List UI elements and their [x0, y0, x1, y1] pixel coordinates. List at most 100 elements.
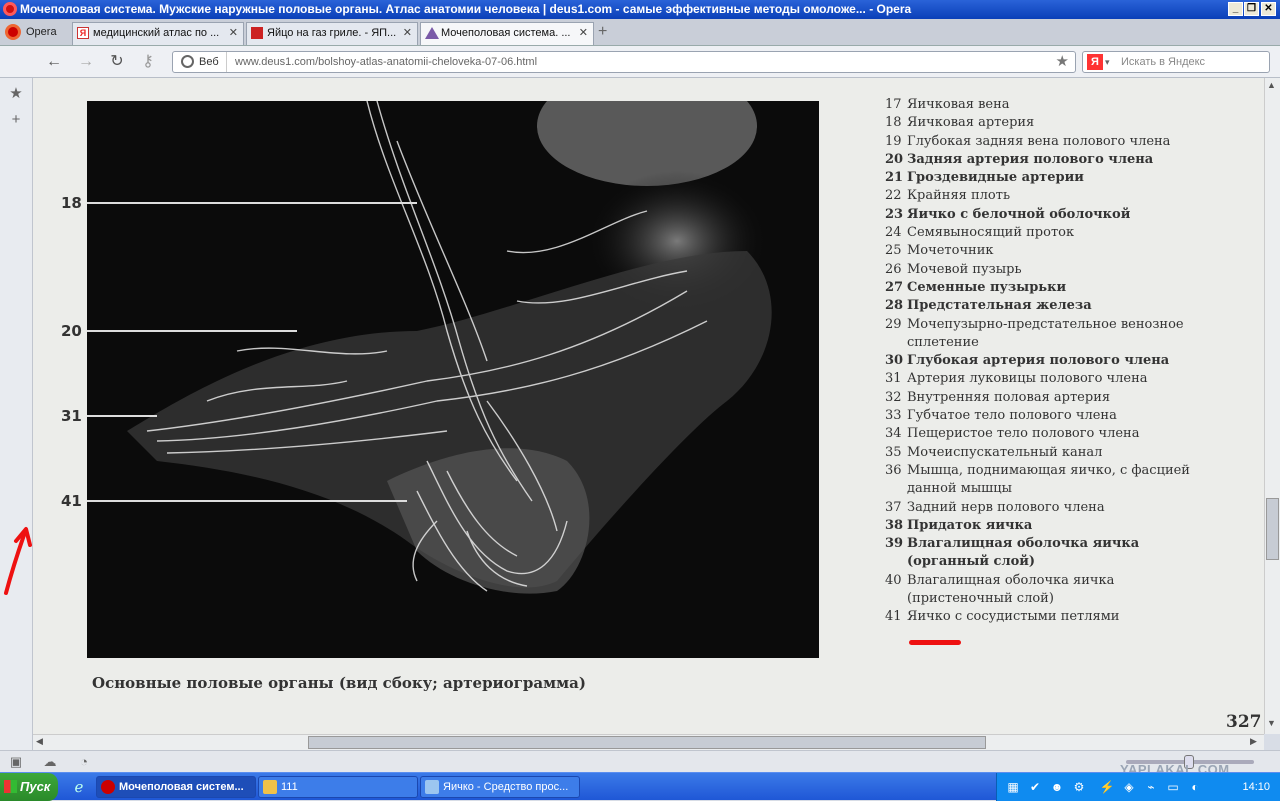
legend-item: 32 Внутренняя половая артерия	[885, 389, 1245, 407]
reload-icon[interactable]: ↻	[107, 52, 127, 72]
legend-number: 22	[885, 188, 902, 204]
legend-number: 30	[885, 353, 904, 369]
panel-toggle-icon[interactable]: ▣	[8, 754, 24, 770]
legend-text: Предстательная железа	[907, 298, 1092, 314]
legend-number: 19	[885, 133, 902, 149]
legend-item: 24 Семявыносящий проток	[885, 224, 1245, 242]
figure-label-20: 20	[61, 322, 82, 340]
web-badge[interactable]: Веб	[173, 52, 227, 72]
close-tab-icon[interactable]: ✕	[579, 23, 588, 44]
globe-icon	[181, 55, 194, 68]
taskbar-opera-button[interactable]: Мочеполовая систем...	[96, 776, 256, 798]
figure-caption: Основные половые органы (вид сбоку; арте…	[92, 674, 586, 692]
legend-number: 36	[885, 462, 902, 478]
messenger-icon[interactable]: ☻	[1049, 779, 1065, 795]
new-tab-icon[interactable]: +	[598, 22, 612, 42]
vertical-scrollbar[interactable]: ▲ ▼	[1264, 78, 1280, 734]
yaplakal-icon	[251, 27, 263, 39]
deus-icon	[425, 27, 439, 39]
tab-yaplakal[interactable]: Яйцо на газ гриле. - ЯП... ✕	[246, 22, 418, 45]
close-tab-icon[interactable]: ✕	[229, 23, 238, 44]
taskbar: Пуск ℯ Мочеполовая систем... 111 Яичко -…	[0, 772, 1280, 801]
search-input[interactable]: Я ▾ Искать в Яндекс	[1082, 51, 1270, 73]
taskbar-button-label: Мочеполовая систем...	[119, 781, 244, 793]
opera-menu-label: Opera	[26, 26, 57, 38]
legend-number: 28	[885, 298, 904, 314]
legend-number: 27	[885, 279, 904, 295]
network-icon[interactable]: ▦	[1005, 779, 1021, 795]
figure-label-31: 31	[61, 407, 82, 425]
taskbar-button-label: Яичко - Средство прос...	[443, 781, 569, 793]
legend-text: Артерия луковицы полового члена	[907, 371, 1148, 387]
key-icon[interactable]: ⚷	[138, 52, 158, 72]
start-button[interactable]: Пуск	[0, 773, 58, 801]
leader-line-18	[87, 202, 417, 204]
chevron-down-icon[interactable]: ▾	[1105, 52, 1110, 72]
taskbar-viewer-button[interactable]: Яичко - Средство прос...	[420, 776, 580, 798]
legend-text-continuation: данной мышцы	[907, 481, 1012, 497]
legend-number: 35	[885, 444, 902, 460]
legend-number: 20	[885, 151, 904, 167]
shield-icon[interactable]: ◈	[1121, 779, 1137, 795]
tab-label: медицинский атлас по ...	[93, 27, 220, 39]
page-number: 327	[1226, 712, 1262, 732]
add-panel-icon[interactable]: +	[8, 112, 24, 128]
legend-text: Задняя артерия полового члена	[907, 151, 1154, 167]
legend-text: Яичковая артерия	[907, 115, 1035, 131]
scroll-left-icon[interactable]: ◀	[36, 736, 43, 747]
scroll-right-icon[interactable]: ▶	[1250, 736, 1257, 747]
legend-text: Влагалищная оболочка яичка	[907, 536, 1140, 552]
legend-number: 41	[885, 609, 902, 625]
unite-cloud-icon[interactable]: ☁	[42, 754, 58, 770]
legend-item: 34 Пещеристое тело полового члена	[885, 425, 1245, 443]
close-tab-icon[interactable]: ✕	[403, 23, 412, 44]
antivirus-icon[interactable]: ✔	[1027, 779, 1043, 795]
horizontal-scrollbar[interactable]: ◀ ▶	[33, 734, 1264, 750]
address-bar[interactable]: Веб www.deus1.com/bolshoy-atlas-anatomii…	[172, 51, 1076, 73]
speed-dial-icon[interactable]: ◔	[76, 754, 92, 770]
url-text[interactable]: www.deus1.com/bolshoy-atlas-anatomii-che…	[235, 52, 537, 72]
bookmark-star-icon[interactable]: ★	[1056, 52, 1069, 72]
close-button[interactable]: ✕	[1261, 2, 1276, 16]
display-icon[interactable]: ▭	[1165, 779, 1181, 795]
legend-text-continuation: сплетение	[907, 334, 979, 350]
legend-text: Задний нерв полового члена	[907, 499, 1105, 515]
ie-quicklaunch-icon[interactable]: ℯ	[70, 778, 88, 796]
maximize-button[interactable]: ❐	[1244, 2, 1259, 16]
legend-number: 31	[885, 371, 902, 387]
vertical-scroll-thumb[interactable]	[1266, 498, 1279, 560]
legend-text: Семенные пузырьки	[907, 279, 1067, 295]
scroll-up-icon[interactable]: ▲	[1267, 80, 1276, 90]
update-icon[interactable]: ⚙	[1071, 779, 1087, 795]
red-underline-annotation	[909, 640, 961, 645]
legend-item: 25 Мочеточник	[885, 242, 1245, 260]
tab-deus1[interactable]: Мочеполовая система. ... ✕	[420, 22, 594, 45]
legend-number: 32	[885, 389, 902, 405]
taskbar-button-label: 111	[281, 781, 298, 793]
legend-text: Глубокая задняя вена полового члена	[907, 133, 1171, 149]
clock: 14:10	[1242, 781, 1270, 793]
opera-menu-button[interactable]: Opera	[2, 21, 62, 43]
legend-item: 27 Семенные пузырьки	[885, 279, 1245, 297]
red-arrow-annotation	[4, 527, 32, 595]
forward-icon[interactable]: →	[76, 52, 96, 72]
usb-icon[interactable]: ⌁	[1143, 779, 1159, 795]
legend-text: Мочеиспускательный канал	[907, 444, 1103, 460]
legend-text-continuation: (органный слой)	[907, 554, 1036, 570]
volume-icon[interactable]: ◐	[1187, 779, 1203, 795]
horizontal-scroll-thumb[interactable]	[308, 736, 986, 749]
back-icon[interactable]: ←	[44, 52, 64, 72]
image-viewer-icon	[425, 780, 439, 794]
legend-item: 33 Губчатое тело полового члена	[885, 407, 1245, 425]
bookmarks-star-icon[interactable]: ★	[8, 86, 24, 102]
power-icon[interactable]: ⚡	[1099, 779, 1115, 795]
scroll-down-icon[interactable]: ▼	[1267, 718, 1276, 728]
legend-text: Глубокая артерия полового члена	[907, 353, 1170, 369]
legend-item: 29 Мочепузырно-предстательное венозное спл…	[885, 316, 1245, 353]
minimize-button[interactable]: _	[1228, 2, 1243, 16]
legend-number: 21	[885, 170, 904, 186]
legend-item: 41 Яичко с сосудистыми петлями	[885, 608, 1245, 626]
taskbar-folder-button[interactable]: 111	[258, 776, 418, 798]
legend-number: 24	[885, 225, 902, 241]
tab-yandex-search[interactable]: Я медицинский атлас по ... ✕	[72, 22, 244, 45]
